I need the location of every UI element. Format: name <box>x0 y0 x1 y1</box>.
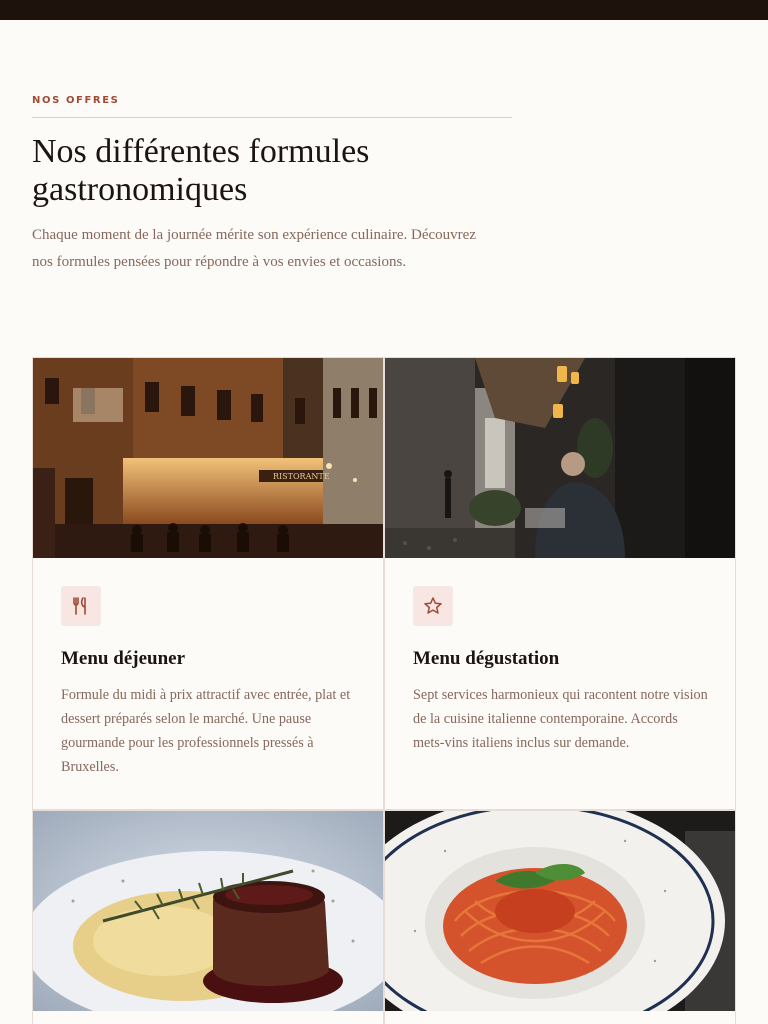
section-title: Nos différentes formules gastronomiques <box>32 133 370 208</box>
offer-card-3[interactable] <box>32 810 384 1024</box>
section-divider <box>32 117 512 118</box>
steak-with-risotto-photo <box>33 811 383 1011</box>
card-title: Menu déjeuner <box>61 648 186 669</box>
man-dining-in-alley-photo <box>385 358 735 558</box>
card-description: Formule du midi à prix attractif avec en… <box>61 687 351 775</box>
offer-card-lunch[interactable]: RISTORANTE Menu déjeuner Formule du midi… <box>32 357 384 810</box>
spaghetti-tomato-basil-photo <box>385 811 735 1011</box>
offer-card-4[interactable] <box>384 810 736 1024</box>
offer-card-tasting[interactable]: Menu dégustation Sept services harmonieu… <box>384 357 736 810</box>
utensils-icon <box>61 586 101 626</box>
card-title: Menu dégustation <box>413 648 560 669</box>
top-navigation-bar <box>0 0 768 20</box>
card-description: Sept services harmonieux qui racontent n… <box>413 687 708 751</box>
star-icon <box>413 586 453 626</box>
night-street-restaurant-terrace-photo: RISTORANTE <box>33 358 383 558</box>
restaurant-sign: RISTORANTE <box>273 472 330 481</box>
section-eyebrow: NOS OFFRES <box>32 95 120 106</box>
section-intro: Chaque moment de la journée mérite son e… <box>32 227 476 270</box>
